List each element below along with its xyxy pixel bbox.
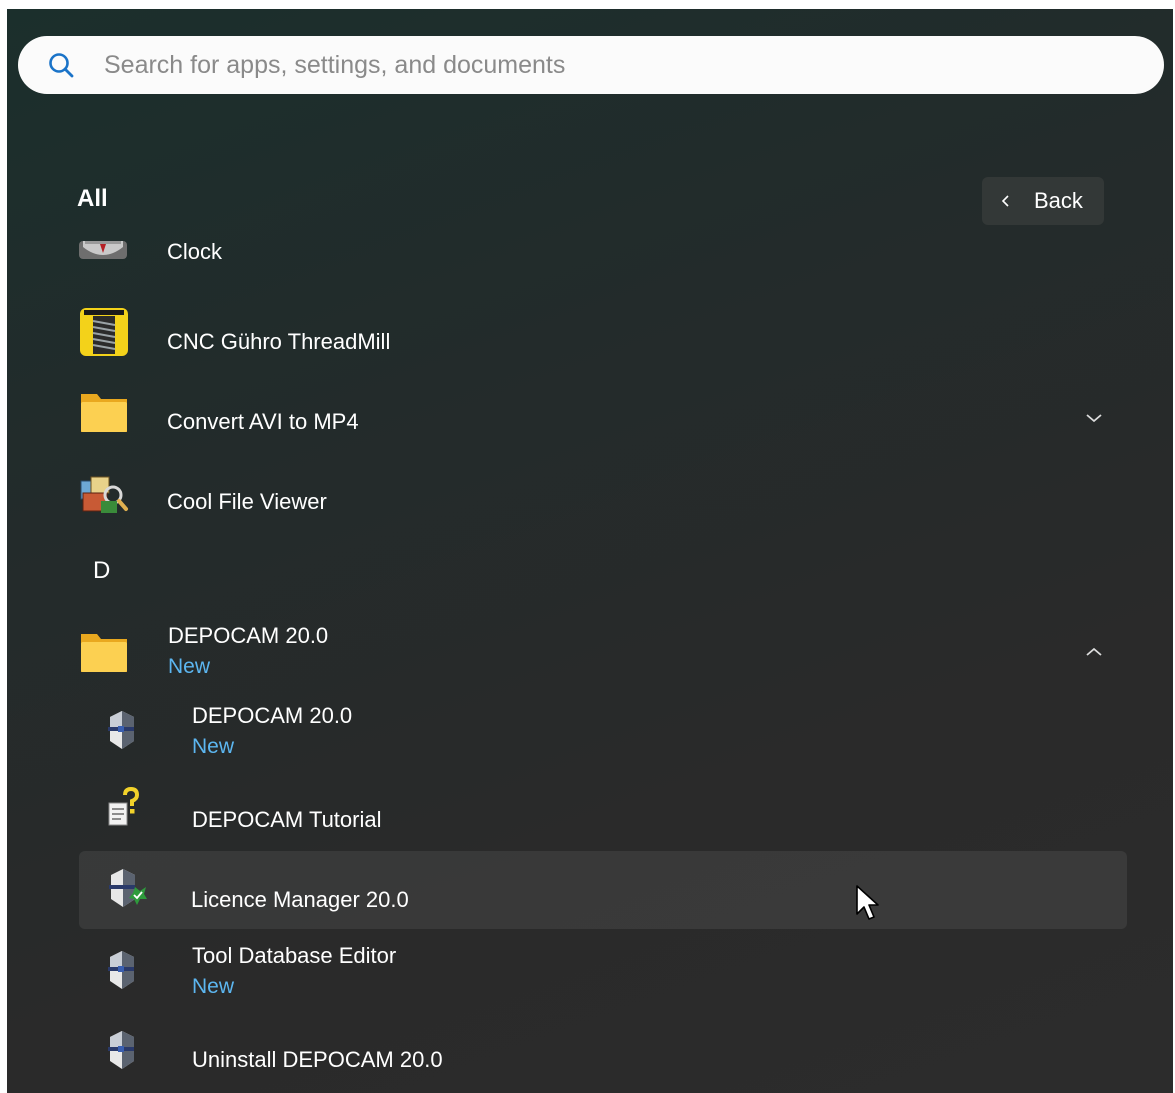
app-label: DEPOCAM 20.0 — [168, 623, 329, 648]
app-folder-depocam[interactable]: DEPOCAM 20.0 New — [79, 611, 1127, 695]
app-label: Cool File Viewer — [167, 489, 327, 514]
back-button[interactable]: Back — [982, 177, 1104, 225]
mouse-cursor-icon — [856, 885, 879, 920]
app-list-item-uninstall-depocam[interactable]: Uninstall DEPOCAM 20.0 — [79, 1013, 1127, 1091]
app-list-item-depocam[interactable]: DEPOCAM 20.0 New — [79, 691, 1127, 775]
app-label: Tool Database Editor — [192, 943, 397, 968]
app-list-item-depocam-tutorial[interactable]: DEPOCAM Tutorial — [79, 773, 1127, 851]
app-label: Licence Manager 20.0 — [191, 887, 409, 912]
back-button-label: Back — [1034, 188, 1083, 213]
group-letter-d[interactable]: D — [93, 557, 110, 585]
help-document-icon — [108, 787, 140, 826]
app-list-item-cnc-threadmill[interactable]: CNC Gühro ThreadMill — [79, 293, 1127, 371]
depocam-icon — [108, 1031, 134, 1069]
search-input[interactable] — [104, 46, 1134, 84]
depocam-icon — [108, 711, 134, 749]
search-bar[interactable] — [18, 36, 1164, 94]
app-label: CNC Gühro ThreadMill — [167, 329, 391, 354]
depocam-icon — [108, 951, 134, 989]
file-viewer-icon — [80, 476, 128, 513]
chevron-left-icon — [1001, 195, 1009, 207]
threadmill-icon — [80, 308, 128, 356]
app-label: Clock — [167, 239, 223, 264]
new-badge: New — [192, 735, 235, 758]
app-list-item-cool-file-viewer[interactable]: Cool File Viewer — [79, 453, 1127, 531]
new-badge: New — [168, 655, 211, 678]
search-icon — [49, 53, 74, 78]
licence-manager-icon — [109, 869, 147, 907]
app-list-item-licence-manager[interactable]: Licence Manager 20.0 — [79, 851, 1127, 929]
app-label: Uninstall DEPOCAM 20.0 — [192, 1047, 443, 1072]
chevron-up-icon[interactable] — [1084, 645, 1104, 659]
app-label: DEPOCAM 20.0 — [192, 703, 353, 728]
clock-icon — [79, 241, 127, 259]
start-menu-panel: All Back Clock CNC G — [7, 9, 1173, 1093]
new-badge: New — [192, 975, 235, 998]
folder-icon — [81, 394, 127, 432]
section-title-all: All — [77, 185, 108, 212]
chevron-down-icon[interactable] — [1084, 411, 1104, 425]
app-list-item-tool-database-editor[interactable]: Tool Database Editor New — [79, 931, 1127, 1015]
app-list-item-clock[interactable]: Clock — [79, 223, 1127, 301]
folder-icon — [81, 634, 127, 672]
app-list-item-convert-avi-to-mp4[interactable]: Convert AVI to MP4 — [79, 373, 1127, 451]
app-label: Convert AVI to MP4 — [167, 409, 359, 434]
app-label: DEPOCAM Tutorial — [192, 807, 382, 832]
